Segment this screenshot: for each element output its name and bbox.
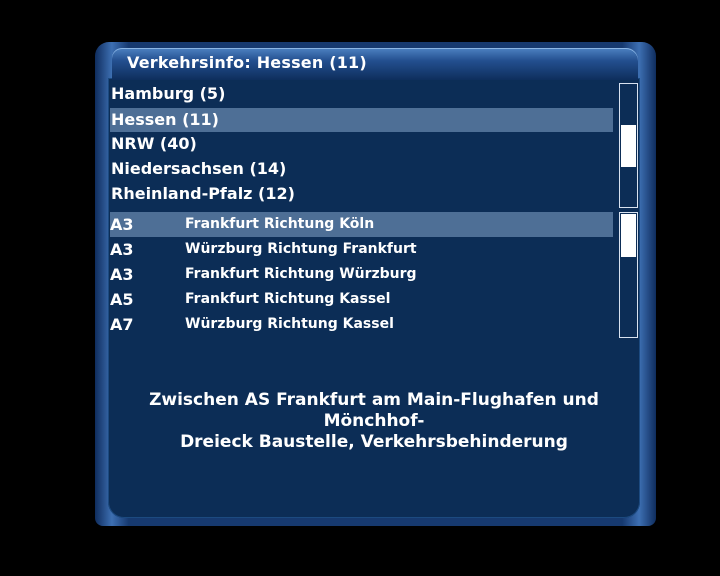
road-code: A3	[110, 215, 134, 234]
road-direction: Würzburg Richtung Kassel	[185, 316, 394, 332]
report-item[interactable]: A3 Frankfurt Richtung Würzburg	[110, 262, 613, 287]
report-item[interactable]: A3 Würzburg Richtung Frankfurt	[110, 237, 613, 262]
road-direction: Frankfurt Richtung Würzburg	[185, 266, 417, 282]
region-item-nrw[interactable]: NRW (40)	[110, 132, 613, 156]
road-direction: Frankfurt Richtung Köln	[185, 216, 375, 232]
region-item-rheinland-pfalz[interactable]: Rheinland-Pfalz (12)	[110, 182, 613, 206]
region-label: NRW (40)	[111, 134, 197, 153]
region-label: Rheinland-Pfalz (12)	[111, 184, 295, 203]
report-item[interactable]: A5 Frankfurt Richtung Kassel	[110, 287, 613, 312]
region-label: Hessen (11)	[111, 110, 219, 129]
region-item-hessen[interactable]: Hessen (11)	[110, 108, 613, 132]
region-scroll-thumb[interactable]	[621, 125, 636, 167]
detail-line-1: Zwischen AS Frankfurt am Main-Flughafen …	[149, 390, 599, 431]
window-title: Verkehrsinfo: Hessen (11)	[127, 53, 367, 72]
region-list-scrollbar[interactable]	[619, 83, 638, 208]
road-code: A3	[110, 240, 134, 259]
detail-line-2: Dreieck Baustelle, Verkehrsbehinderung	[180, 432, 568, 452]
road-direction: Würzburg Richtung Frankfurt	[185, 241, 417, 257]
region-item-niedersachsen[interactable]: Niedersachsen (14)	[110, 157, 613, 181]
region-label: Hamburg (5)	[111, 84, 226, 103]
road-code: A3	[110, 265, 134, 284]
report-item[interactable]: A3 Frankfurt Richtung Köln	[110, 212, 613, 237]
report-list-scrollbar[interactable]	[619, 212, 638, 338]
road-direction: Frankfurt Richtung Kassel	[185, 291, 391, 307]
report-item[interactable]: A7 Würzburg Richtung Kassel	[110, 312, 613, 337]
report-scroll-thumb[interactable]	[621, 214, 636, 257]
report-detail-text: Zwischen AS Frankfurt am Main-Flughafen …	[110, 390, 638, 453]
region-label: Niedersachsen (14)	[111, 159, 287, 178]
region-item-hamburg[interactable]: Hamburg (5)	[110, 82, 613, 106]
road-code: A5	[110, 290, 134, 309]
road-code: A7	[110, 315, 134, 334]
